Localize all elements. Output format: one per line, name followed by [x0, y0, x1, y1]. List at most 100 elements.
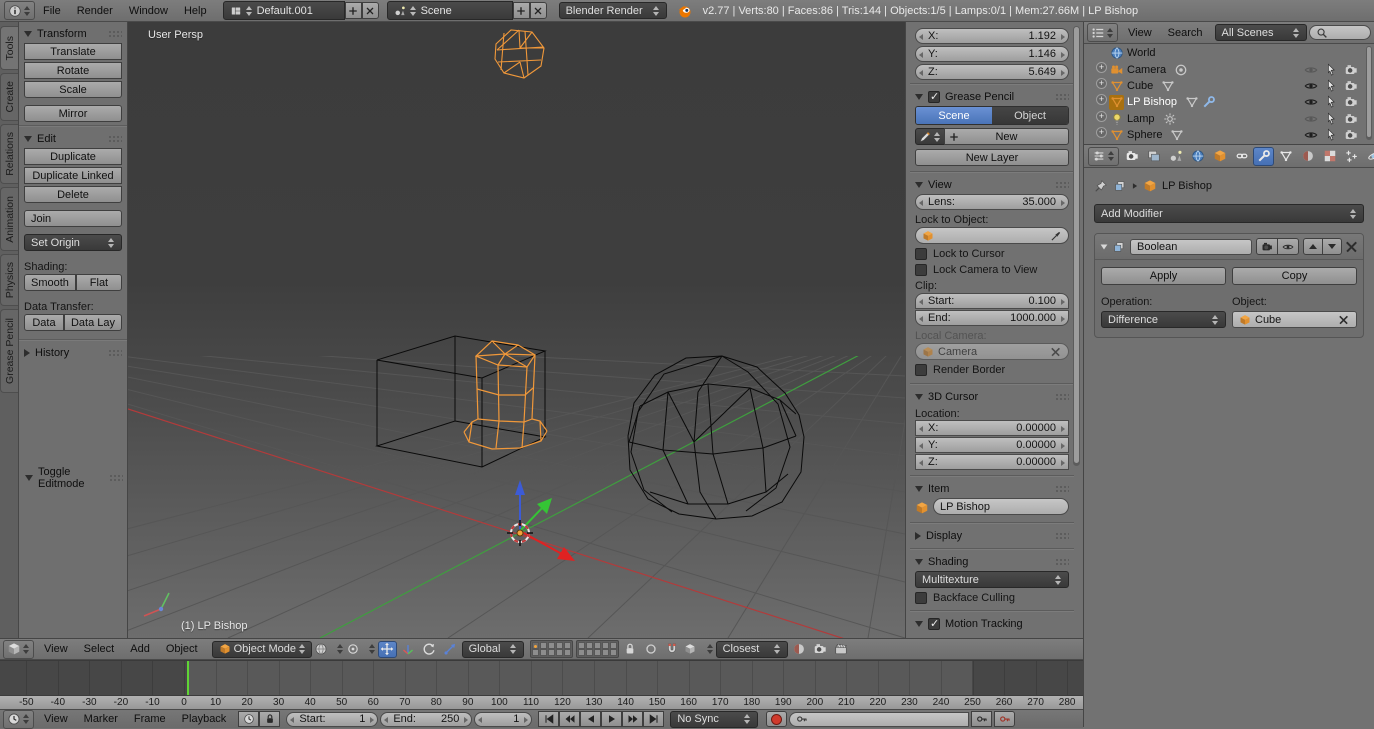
3d-cursor-panel-header[interactable]: 3D Cursor	[915, 387, 1069, 406]
properties-tab[interactable]	[1253, 147, 1274, 166]
tool-shelf-tab[interactable]: Animation	[0, 187, 18, 251]
layer-cell[interactable]	[556, 642, 563, 649]
editor-type-selector[interactable]	[3, 640, 34, 659]
cursor-location-field[interactable]: X: 0.00000	[915, 420, 1069, 436]
current-frame-field[interactable]: 1	[474, 712, 532, 727]
item-name-field[interactable]: LP Bishop	[933, 498, 1069, 515]
properties-tab[interactable]	[1231, 147, 1252, 166]
apply-modifier-button[interactable]: Apply	[1101, 267, 1226, 285]
shading-mode-dropdown[interactable]: Multitexture	[915, 571, 1069, 588]
move-modifier-down-button[interactable]	[1322, 238, 1342, 255]
layer-cell[interactable]	[586, 642, 593, 649]
render-engine-dropdown[interactable]: Blender Render	[559, 2, 667, 19]
bishop-top-wireframe[interactable]	[495, 30, 544, 78]
set-origin-dropdown[interactable]: Set Origin	[24, 234, 122, 251]
tool-button[interactable]: Duplicate	[24, 148, 122, 165]
selectability-pointer-icon[interactable]	[1324, 79, 1338, 93]
operator-redo-panel-header[interactable]: Toggle Editmode	[25, 468, 123, 487]
tool-button[interactable]: Scale	[24, 81, 122, 98]
data-button[interactable]: Data	[24, 314, 64, 331]
lock-to-object-field[interactable]	[915, 227, 1069, 244]
editor-type-selector[interactable]	[4, 1, 35, 20]
layer-cell[interactable]	[602, 649, 609, 656]
layer-cell[interactable]	[594, 649, 601, 656]
cursor-location-field[interactable]: Y: 0.00000	[915, 437, 1069, 453]
collapse-triangle-icon[interactable]	[1101, 244, 1108, 249]
layer-cell[interactable]	[556, 649, 563, 656]
pin-icon[interactable]	[1094, 179, 1108, 193]
previous-keyframe-button[interactable]	[559, 711, 580, 727]
panel-grip[interactable]	[1055, 181, 1069, 188]
expand-icon[interactable]	[1096, 81, 1106, 91]
data-badge-icon[interactable]	[1161, 79, 1175, 93]
clear-icon[interactable]	[1051, 347, 1061, 357]
rotate-manipulator-button[interactable]	[420, 641, 439, 658]
mirror-button[interactable]: Mirror	[24, 105, 122, 122]
render-border-checkbox[interactable]	[915, 364, 927, 376]
proportional-edit-dropdown[interactable]	[642, 641, 661, 658]
panel-grip[interactable]	[1055, 485, 1069, 492]
gp-draw-mode-dropdown[interactable]	[915, 128, 945, 145]
shading-panel-header[interactable]: Shading	[915, 552, 1069, 571]
layer-cell[interactable]	[564, 642, 571, 649]
timeline-track[interactable]	[0, 661, 1083, 695]
renderability-camera-icon[interactable]	[1344, 95, 1358, 109]
menu-item[interactable]: Add	[122, 643, 158, 655]
tool-shelf-tab[interactable]: Grease Pencil	[0, 309, 18, 393]
layer-cell[interactable]	[578, 649, 585, 656]
panel-grip[interactable]	[1055, 93, 1069, 100]
data-badge-icon[interactable]	[1174, 63, 1188, 77]
layer-cell[interactable]	[540, 649, 547, 656]
visibility-eye-icon[interactable]	[1304, 63, 1318, 77]
menu-item[interactable]: Select	[76, 643, 123, 655]
layer-cell[interactable]	[594, 642, 601, 649]
data-layout-button[interactable]: Data Lay	[64, 314, 122, 331]
menu-item[interactable]: Search	[1160, 27, 1211, 39]
use-preview-range-toggle[interactable]	[238, 711, 259, 727]
snap-element-dropdown[interactable]	[684, 641, 714, 658]
display-filter-dropdown[interactable]: All Scenes	[1215, 24, 1307, 41]
properties-tab[interactable]	[1297, 147, 1318, 166]
screen-layout-field[interactable]: Default.001	[223, 1, 345, 20]
shade-smooth-button[interactable]: Smooth	[24, 274, 76, 291]
jump-to-start-button[interactable]	[538, 711, 559, 727]
sync-mode-dropdown[interactable]: No Sync	[670, 711, 758, 728]
motion-tracking-checkbox[interactable]	[928, 618, 940, 630]
renderability-camera-icon[interactable]	[1344, 128, 1358, 142]
outliner-row[interactable]: World	[1090, 45, 1372, 61]
layer-cell[interactable]	[586, 649, 593, 656]
tool-shelf-tab[interactable]: Relations	[0, 124, 18, 184]
menu-item[interactable]: Playback	[174, 713, 235, 725]
selectability-pointer-icon[interactable]	[1324, 128, 1338, 142]
properties-tab[interactable]	[1363, 147, 1374, 166]
outliner-row[interactable]: Lamp	[1090, 111, 1372, 127]
3d-cursor[interactable]	[507, 520, 533, 546]
menu-item[interactable]: Frame	[126, 713, 174, 725]
renderability-camera-icon[interactable]	[1344, 63, 1358, 77]
scene-field[interactable]: Scene	[387, 1, 513, 20]
menu-item[interactable]: Marker	[76, 713, 126, 725]
transform-panel-header[interactable]: Transform	[24, 24, 122, 43]
auto-keyframe-toggle[interactable]	[766, 711, 787, 727]
grease-pencil-checkbox[interactable]	[928, 91, 940, 103]
history-panel-header[interactable]: History	[24, 343, 122, 362]
add-layout-button[interactable]	[345, 2, 362, 19]
lock-to-scene-toggle[interactable]	[621, 641, 640, 658]
tool-shelf-tab[interactable]: Create	[0, 73, 18, 121]
selectability-pointer-icon[interactable]	[1324, 95, 1338, 109]
layer-cell[interactable]	[540, 642, 547, 649]
modifier-badge-icon[interactable]	[1202, 95, 1216, 109]
translate-manipulator-button[interactable]	[399, 641, 418, 658]
visibility-eye-icon[interactable]	[1304, 112, 1318, 126]
editor-type-selector[interactable]	[3, 710, 34, 729]
visibility-eye-icon[interactable]	[1304, 128, 1318, 142]
shade-flat-button[interactable]: Flat	[76, 274, 122, 291]
operation-dropdown[interactable]: Difference	[1101, 311, 1226, 328]
layer-cell[interactable]	[548, 649, 555, 656]
panel-grip[interactable]	[108, 30, 122, 37]
add-modifier-dropdown[interactable]: Add Modifier	[1094, 204, 1364, 223]
gp-object-option[interactable]: Object	[992, 107, 1068, 124]
lens-field[interactable]: Lens: 35.000	[915, 194, 1069, 210]
cursor-location-field[interactable]: Z: 0.00000	[915, 454, 1069, 470]
outliner-scrollbar[interactable]	[1366, 46, 1372, 140]
